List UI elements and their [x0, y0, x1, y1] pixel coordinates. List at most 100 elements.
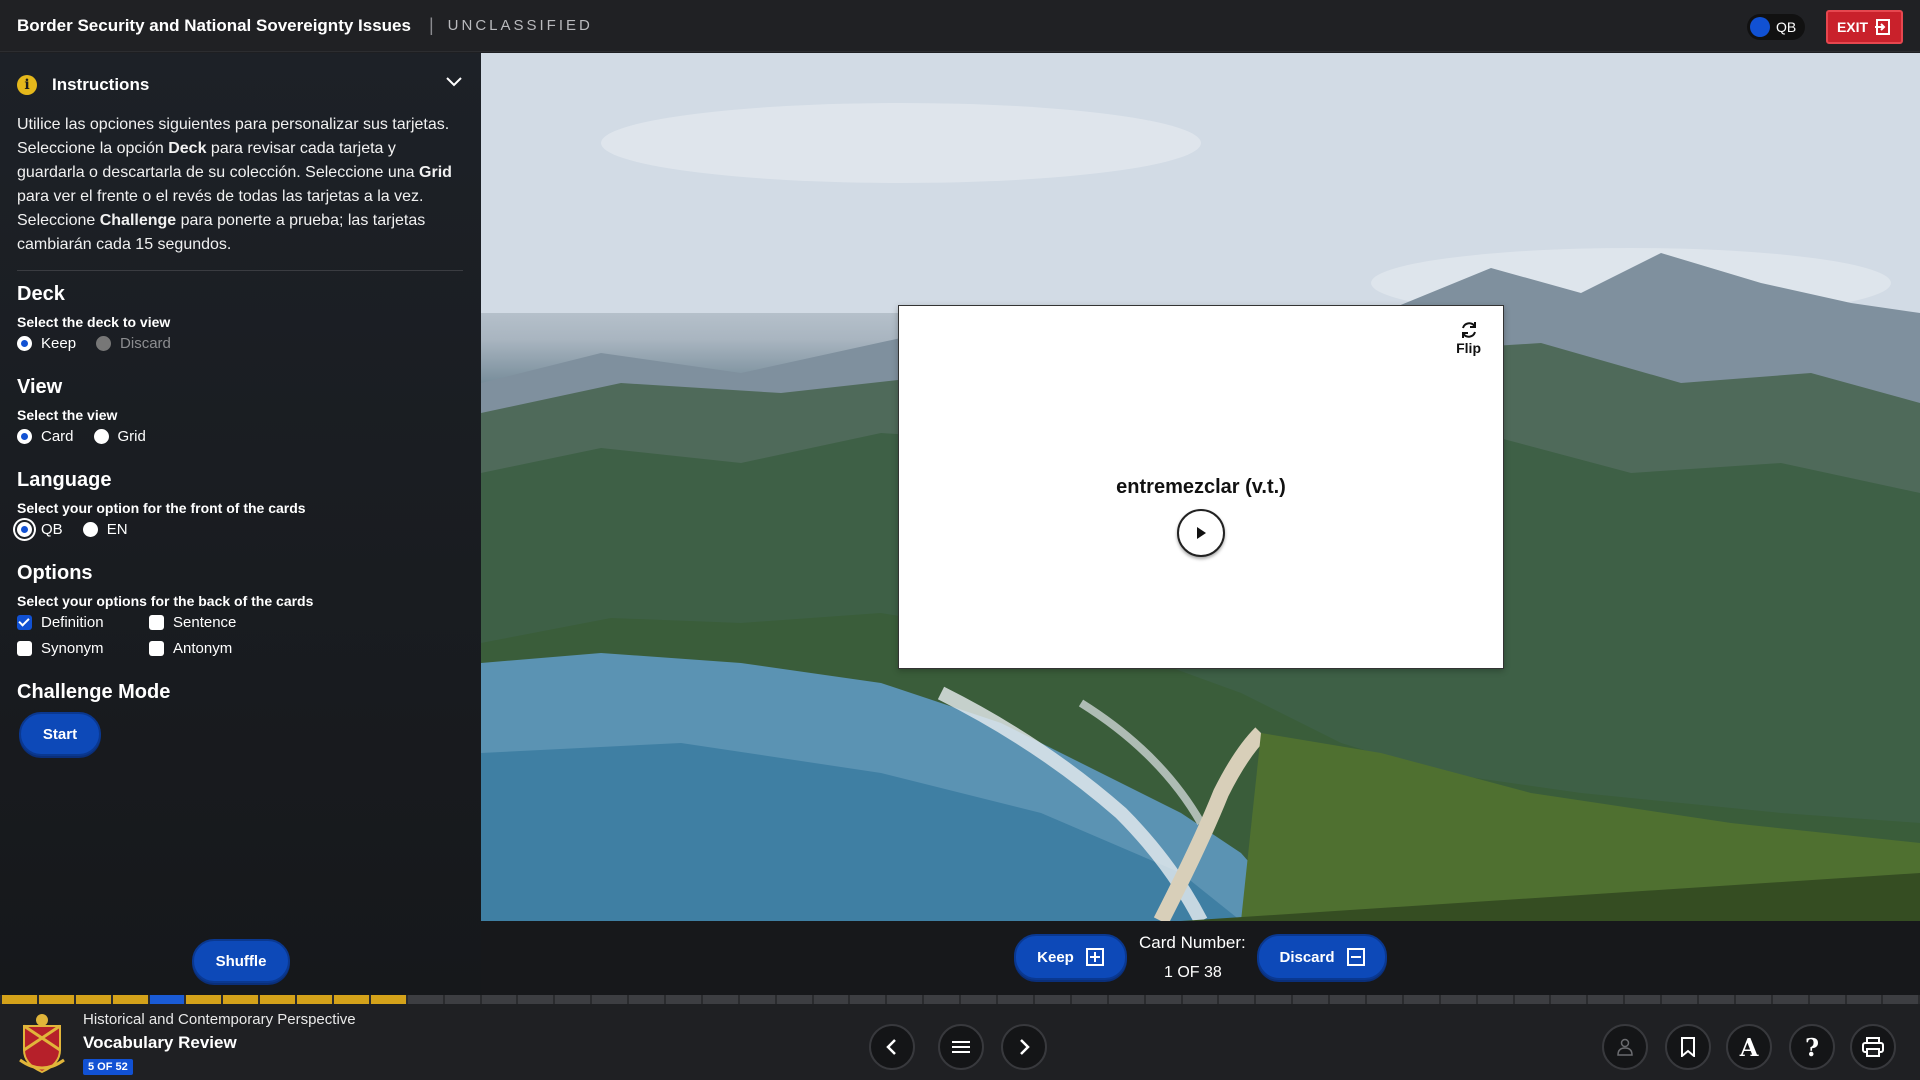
radio-grid[interactable]	[93, 429, 109, 444]
progress-segment	[924, 995, 960, 1004]
play-audio-button[interactable]	[1177, 509, 1225, 557]
progress-segment	[334, 995, 369, 1004]
progress-segment	[1735, 995, 1771, 1004]
chevron-right-icon	[1020, 1039, 1030, 1055]
instructions-header[interactable]: i Instructions	[17, 70, 463, 100]
language-option-label: EN	[106, 521, 128, 538]
info-icon: i	[17, 75, 37, 95]
menu-button[interactable]	[938, 1024, 984, 1070]
bookmark-button[interactable]	[1665, 1024, 1711, 1070]
hamburger-menu-icon	[952, 1041, 970, 1053]
option-sentence[interactable]: Sentence	[149, 614, 236, 631]
exit-button[interactable]: EXIT	[1826, 10, 1903, 44]
instructions-keyword-challenge: Challenge	[99, 212, 177, 229]
progress-segment	[1514, 995, 1550, 1004]
option-label: Sentence	[173, 614, 237, 631]
discard-button[interactable]: Discard	[1257, 934, 1387, 980]
language-heading: Language	[17, 469, 112, 491]
card-number-label: Card Number:	[1139, 933, 1246, 952]
deck-option-keep[interactable]: Keep	[17, 335, 76, 352]
profile-button[interactable]	[1602, 1024, 1648, 1070]
deck-option-discard[interactable]: Discard	[96, 335, 171, 352]
progress-segment	[38, 995, 74, 1004]
keep-label: Keep	[1037, 948, 1074, 966]
previous-button[interactable]	[869, 1024, 915, 1070]
options-row-1: Definition Sentence	[17, 614, 256, 631]
progress-segment	[1440, 995, 1476, 1004]
print-icon	[1862, 1037, 1884, 1057]
font-icon: A	[1739, 1032, 1759, 1062]
checkbox-antonym[interactable]	[149, 641, 164, 656]
progress-segment	[592, 995, 628, 1004]
chevron-down-icon[interactable]	[445, 76, 463, 88]
remove-box-icon	[1346, 948, 1365, 966]
radio-qb[interactable]	[17, 522, 32, 537]
progress-segment	[776, 995, 812, 1004]
font-size-button[interactable]: A	[1726, 1024, 1772, 1070]
progress-segment	[370, 995, 406, 1004]
view-heading: View	[17, 376, 63, 398]
progress-segment	[813, 995, 849, 1004]
flip-label: Flip	[1456, 340, 1481, 356]
options-row-2: Synonym Antonym	[17, 640, 252, 657]
progress-segment	[702, 995, 738, 1004]
progress-segment	[1182, 995, 1218, 1004]
top-bar: Border Security and National Sovereignty…	[0, 0, 1920, 52]
language-option-en[interactable]: EN	[82, 521, 128, 538]
shuffle-button[interactable]: Shuffle	[192, 939, 290, 983]
progress-segment	[1330, 995, 1365, 1004]
discard-label: Discard	[1279, 948, 1335, 966]
progress-segment	[1883, 995, 1919, 1004]
progress-segment	[186, 995, 222, 1004]
flashcard[interactable]: Flip entremezclar (v.t.)	[898, 305, 1504, 669]
help-button[interactable]: ?	[1789, 1024, 1835, 1070]
page-count-badge: 5 OF 52	[83, 1059, 133, 1075]
view-options: Card Grid	[17, 428, 166, 445]
language-toggle[interactable]: QB	[1747, 14, 1805, 40]
bookmark-icon	[1681, 1037, 1695, 1057]
progress-segment	[666, 995, 701, 1004]
radio-discard[interactable]	[96, 336, 112, 351]
option-definition[interactable]: Definition	[17, 614, 129, 631]
keep-button[interactable]: Keep	[1014, 934, 1127, 980]
option-synonym[interactable]: Synonym	[17, 640, 129, 657]
language-option-qb[interactable]: QB	[17, 521, 63, 538]
checkbox-definition[interactable]	[17, 615, 32, 630]
toggle-knob	[1750, 17, 1770, 37]
progress-segment	[1551, 995, 1587, 1004]
print-button[interactable]	[1850, 1024, 1896, 1070]
radio-card[interactable]	[17, 429, 32, 444]
view-option-label: Grid	[117, 428, 146, 445]
view-option-grid[interactable]: Grid	[93, 428, 146, 445]
option-antonym[interactable]: Antonym	[149, 640, 232, 657]
progress-segment	[961, 995, 997, 1004]
checkbox-synonym[interactable]	[17, 641, 32, 656]
card-word: entremezclar (v.t.)	[1116, 476, 1286, 498]
progress-segment	[1108, 995, 1144, 1004]
instructions-keyword-grid: Grid	[419, 164, 452, 181]
radio-en[interactable]	[82, 522, 98, 537]
progress-segment	[2, 995, 37, 1004]
deck-option-label: Discard	[120, 335, 171, 352]
progress-segment	[1145, 995, 1181, 1004]
flip-icon	[1461, 322, 1476, 338]
checkbox-sentence[interactable]	[149, 615, 164, 630]
progress-segment	[112, 995, 148, 1004]
view-subtitle: Select the view	[17, 407, 118, 423]
progress-segment	[407, 995, 443, 1004]
progress-segment	[555, 995, 591, 1004]
radio-keep[interactable]	[17, 336, 32, 351]
deck-heading: Deck	[17, 283, 65, 305]
progress-segment	[1625, 995, 1661, 1004]
option-label: Synonym	[41, 640, 104, 657]
deck-subtitle: Select the deck to view	[17, 314, 171, 330]
start-challenge-button[interactable]: Start	[19, 712, 101, 756]
help-icon: ?	[1804, 1032, 1820, 1062]
progress-segment	[998, 995, 1033, 1004]
next-button[interactable]	[1001, 1024, 1047, 1070]
flip-button[interactable]: Flip	[1456, 320, 1481, 356]
progress-segment	[1772, 995, 1808, 1004]
view-option-card[interactable]: Card	[17, 428, 74, 445]
instructions-divider	[17, 270, 463, 271]
progress-segment	[1256, 995, 1292, 1004]
